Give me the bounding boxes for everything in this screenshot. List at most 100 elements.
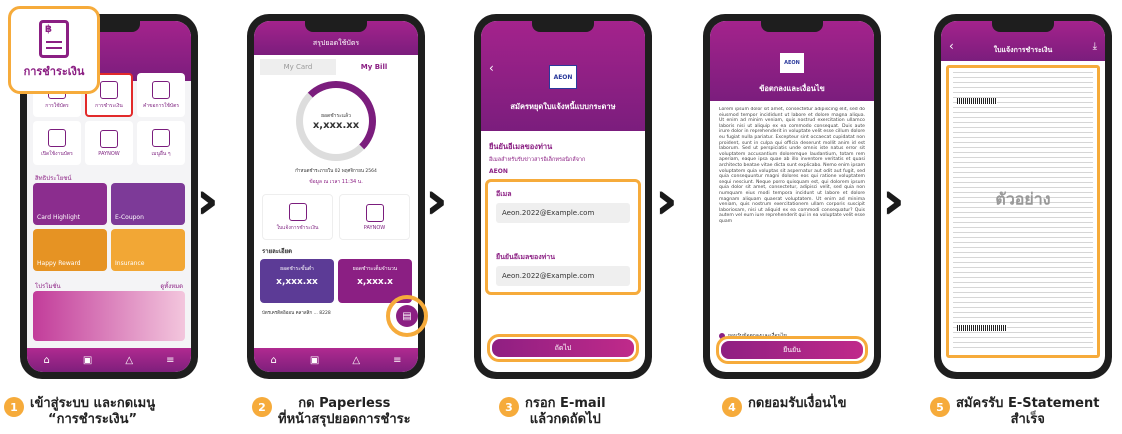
tab-my-bill[interactable]: My Bill [336, 59, 412, 75]
next-button-highlight: ถัดไป [487, 334, 639, 362]
tab-my-card[interactable]: My Card [260, 59, 336, 75]
phone-notch [532, 21, 594, 32]
page: / / / / การใช้บัตร การชำระเงิน คำขอการใช… [0, 0, 1122, 434]
menu-more[interactable]: เมนูอื่น ๆ [137, 121, 185, 165]
baht-symbol: ฿ [45, 24, 52, 35]
highlight-circle: ▤ [386, 295, 428, 337]
min-value: x,xxx.xx [276, 277, 318, 287]
confirm-email-label: ยืนยันอีเมลของท่าน [496, 253, 556, 261]
menu-card-request[interactable]: คำขอการใช้บัตร [137, 73, 185, 117]
arrow-icon: ›› [425, 171, 447, 231]
confirm-email-field[interactable]: Aeon.2022@Example.com [496, 266, 630, 286]
terms-text: Lorem ipsum dolor sit amet, consectetur … [719, 107, 865, 224]
email-label: อีเมล [496, 190, 512, 198]
step-line-1: กด Paperless [298, 396, 391, 411]
home-icon[interactable]: ⌂ [44, 355, 50, 366]
full-value: x,xxx.x [357, 277, 393, 287]
min-payment-card[interactable]: ยอดชำระขั้นต่ำ x,xxx.xx [260, 259, 334, 303]
menu-icon[interactable]: ≡ [393, 355, 401, 366]
confirm-button[interactable]: ยืนยัน [721, 341, 863, 359]
bottom-tab-bar: ⌂ ▣ △ ≡ [27, 348, 191, 372]
promo-insurance[interactable]: Insurance [111, 229, 185, 271]
promo-grid: Card Highlight E-Coupon Happy Reward Ins… [33, 183, 185, 271]
sample-stamp: ตัวอย่าง [995, 189, 1051, 209]
home-icon[interactable]: ⌂ [271, 355, 277, 366]
full-label: ยอดชำระเต็มจำนวน [352, 266, 398, 272]
hand-icon [365, 203, 384, 222]
menu-paynow[interactable]: PAYNOW [85, 121, 133, 165]
step-number: 5 [930, 397, 950, 417]
step-line-1: กรอก E-mail [525, 396, 606, 411]
screen-title: ใบแจ้งการชำระเงิน [993, 46, 1053, 54]
email-field[interactable]: Aeon.2022@Example.com [496, 203, 630, 223]
paperless-fab-icon[interactable]: ▤ [396, 305, 418, 327]
menu-label: การชำระเงิน [95, 102, 123, 109]
menu-label: เมนูอื่น ๆ [151, 150, 171, 157]
step-number: 1 [4, 397, 24, 417]
app-header: ‹ AEON สมัครหยุดใบแจ้งหนี้แบบกระดาษ [481, 21, 645, 131]
phone-screen: ‹ ใบแจ้งการชำระเงิน ⤓ ตัวอย่าง [941, 21, 1105, 372]
phone-notch [761, 21, 823, 32]
step-number: 2 [252, 397, 272, 417]
promo-e-coupon[interactable]: E-Coupon [111, 183, 185, 225]
step-caption-2: 2 กด Paperless ที่หน้าสรุปยอดการชำระ [252, 396, 411, 428]
phone-step-4: AEON ข้อตกลงและเงื่อนไข Lorem ipsum dolo… [703, 14, 881, 379]
phone-notch [305, 21, 367, 32]
paynow-button[interactable]: PAYNOW [339, 194, 410, 240]
step-caption-3: 3 กรอก E-mail แล้วกดถัดไป [499, 396, 606, 428]
ring-label: ยอดชำระแล้ว [321, 112, 351, 119]
phone-screen: ‹ AEON สมัครหยุดใบแจ้งหนี้แบบกระดาษ ยืนย… [481, 21, 645, 372]
paperless-button[interactable]: ใบแจ้งการชำระเงิน [262, 194, 333, 240]
news-more-link[interactable]: ดูทั้งหมด [160, 281, 183, 291]
menu-icon[interactable]: ≡ [166, 355, 174, 366]
screen-title: สมัครหยุดใบแจ้งหนี้แบบกระดาษ [510, 102, 616, 111]
promo-happy-reward[interactable]: Happy Reward [33, 229, 107, 271]
promo-card-highlight[interactable]: Card Highlight [33, 183, 107, 225]
app-header: AEON ข้อตกลงและเงื่อนไข [710, 21, 874, 101]
step-text: เข้าสู่ระบบ และกดเมนู “การชำระเงิน” [30, 396, 155, 428]
baht-document-icon: ฿ [39, 20, 69, 58]
paperless-label: ใบแจ้งการชำระเงิน [276, 224, 319, 231]
wallet-icon[interactable]: ▣ [83, 355, 92, 366]
step-text: สมัครรับ E-Statement สำเร็จ [956, 396, 1099, 428]
card-check-icon [48, 128, 66, 147]
confirm-button-highlight: ยืนยัน [716, 336, 868, 364]
screen-title: ข้อตกลงและเงื่อนไข [759, 84, 825, 93]
step-caption-5: 5 สมัครรับ E-Statement สำเร็จ [930, 396, 1099, 428]
next-button[interactable]: ถัดไป [492, 339, 634, 357]
bell-icon[interactable]: △ [352, 355, 360, 366]
statement-document[interactable]: ตัวอย่าง [946, 65, 1100, 358]
menu-activate-card[interactable]: เปิดใช้งานบัตร [33, 121, 81, 165]
arrow-icon: ›› [655, 171, 677, 231]
menu-label: PAYNOW [98, 150, 120, 157]
back-icon[interactable]: ‹ [489, 61, 494, 75]
step-line-2: “การชำระเงิน” [48, 412, 138, 427]
bell-icon[interactable]: △ [125, 355, 133, 366]
download-icon[interactable]: ⤓ [1093, 41, 1097, 52]
wallet-icon[interactable]: ▣ [310, 355, 319, 366]
qr-icon [152, 80, 170, 99]
step-number: 4 [722, 397, 742, 417]
phone-notch [992, 21, 1054, 32]
step-text: กด Paperless ที่หน้าสรุปยอดการชำระ [278, 396, 411, 428]
step-text: กรอก E-mail แล้วกดถัดไป [525, 396, 606, 428]
doc-barcode [957, 325, 1007, 331]
step-caption-1: 1 เข้าสู่ระบบ และกดเมนู “การชำระเงิน” [4, 396, 155, 428]
detail-title: รายละเอียด [262, 248, 293, 255]
amount-row: ยอดชำระขั้นต่ำ x,xxx.xx ยอดชำระเต็มจำนวน… [260, 259, 412, 303]
menu-label: เปิดใช้งานบัตร [41, 150, 73, 157]
progress-ring: ยอดชำระแล้ว x,xxx.xx [296, 81, 376, 161]
aeon-logo: AEON [780, 53, 804, 73]
news-banner[interactable] [33, 291, 185, 341]
line-decor [46, 41, 62, 43]
phone-step-5: ‹ ใบแจ้งการชำระเงิน ⤓ ตัวอย่าง [934, 14, 1112, 379]
grid-icon [152, 128, 170, 147]
email-form-highlight: อีเมล Aeon.2022@Example.com ยืนยันอีเมลข… [485, 179, 641, 295]
phone-screen: AEON ข้อตกลงและเงื่อนไข Lorem ipsum dolo… [710, 21, 874, 372]
step-text: กดยอมรับเงื่อนไข [748, 396, 846, 412]
paynow-label: PAYNOW [363, 224, 386, 231]
badge-label: การชำระเงิน [23, 65, 85, 78]
line-decor [46, 47, 62, 49]
doc-barcode [957, 98, 997, 104]
payment-badge: ฿ การชำระเงิน [8, 6, 100, 94]
